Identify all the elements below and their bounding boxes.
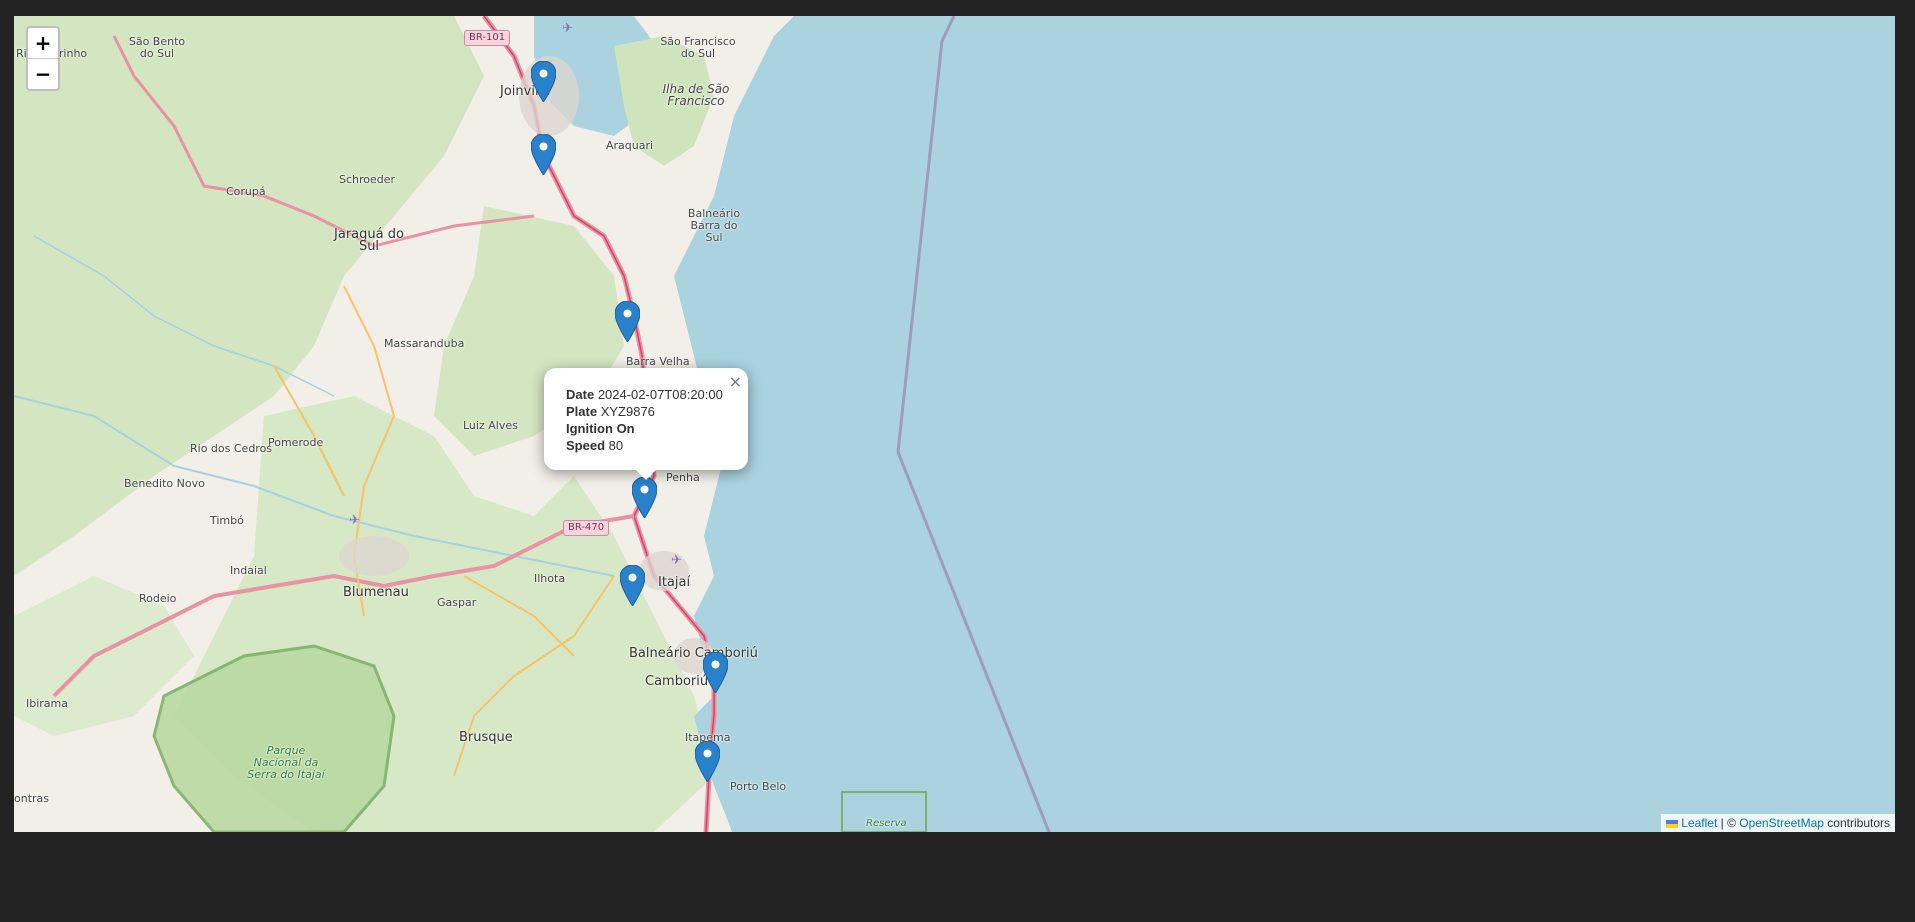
place-label: Pomerode bbox=[268, 436, 324, 449]
attribution-suffix: contributors bbox=[1823, 816, 1890, 830]
place-label: Ibirama bbox=[26, 697, 69, 710]
place-label: Corupá bbox=[226, 185, 266, 198]
place-label: Blumenau bbox=[343, 585, 409, 600]
place-label: Rodeio bbox=[139, 592, 177, 605]
leaflet-link[interactable]: Leaflet bbox=[1681, 816, 1717, 830]
place-label: Gaspar bbox=[437, 596, 477, 609]
zoom-out-button[interactable]: − bbox=[28, 58, 58, 89]
location-marker-icon[interactable] bbox=[632, 477, 657, 518]
attribution-separator: | © bbox=[1717, 816, 1740, 830]
place-label: Jaraguá do Sul bbox=[334, 227, 404, 254]
popup-date-label: Date bbox=[566, 387, 595, 402]
place-label: São Francisco do Sul bbox=[660, 35, 736, 60]
place-label: Balneário Barra do Sul bbox=[687, 207, 741, 244]
place-label: Barra Velha bbox=[626, 355, 690, 368]
popup-ignition-label: Ignition bbox=[566, 421, 613, 436]
place-label: Rio dos Cedros bbox=[190, 442, 273, 455]
location-marker-icon[interactable] bbox=[620, 565, 645, 606]
place-label: Indaial bbox=[230, 564, 267, 577]
place-label: Brusque bbox=[459, 730, 513, 745]
place-label: Schroeder bbox=[339, 173, 396, 186]
popup-speed-label: Speed bbox=[566, 438, 606, 453]
popup-content: Date 2024-02-07T08:20:00 Plate XYZ9876 I… bbox=[566, 386, 723, 454]
airport-icon: ✈ bbox=[562, 20, 573, 35]
map-container[interactable]: Rio Negrinho São Bento do Sul Joinville … bbox=[14, 16, 1895, 832]
place-label: Balneário Camboriú bbox=[629, 646, 758, 661]
place-label: Itajaí bbox=[658, 575, 691, 590]
openstreetmap-link[interactable]: OpenStreetMap bbox=[1739, 816, 1824, 830]
map-attribution: Leaflet | © OpenStreetMap contributors bbox=[1661, 814, 1895, 832]
popup-plate-label: Plate bbox=[566, 404, 598, 419]
popup-ignition-value: On bbox=[616, 421, 635, 436]
map-tiles bbox=[14, 16, 1895, 832]
road-shield: BR-470 bbox=[563, 520, 610, 536]
place-label: Timbó bbox=[210, 514, 244, 527]
marker-popup: × Date 2024-02-07T08:20:00 Plate XYZ9876… bbox=[544, 368, 748, 480]
ukraine-flag-icon bbox=[1666, 819, 1679, 828]
place-label: Parque Nacional da Serra do Itajaí bbox=[247, 744, 325, 781]
place-label: Massaranduba bbox=[384, 337, 465, 350]
place-label: Penha bbox=[666, 471, 700, 484]
location-marker-icon[interactable] bbox=[703, 652, 728, 693]
place-label: Benedito Novo bbox=[124, 477, 205, 490]
popup-date-value: 2024-02-07T08:20:00 bbox=[597, 387, 723, 402]
place-label: Reserva bbox=[866, 818, 907, 829]
place-label: São Bento do Sul bbox=[128, 35, 186, 60]
airport-icon: ✈ bbox=[349, 512, 360, 527]
place-label: Luiz Alves bbox=[463, 419, 518, 432]
road-shield: BR-101 bbox=[464, 30, 511, 46]
popup-tip bbox=[636, 470, 656, 480]
popup-plate-value: XYZ9876 bbox=[600, 404, 655, 419]
place-label: ontras bbox=[14, 792, 50, 805]
place-label: Porto Belo bbox=[730, 780, 787, 793]
location-marker-icon[interactable] bbox=[531, 61, 556, 102]
place-label: Ilha de São Francisco bbox=[662, 82, 730, 108]
place-label: Camboriú bbox=[645, 674, 709, 689]
place-label: Ilhota bbox=[534, 572, 566, 585]
airport-icon: ✈ bbox=[671, 552, 682, 567]
location-marker-icon[interactable] bbox=[695, 741, 720, 782]
zoom-control: + − bbox=[26, 26, 60, 91]
zoom-in-button[interactable]: + bbox=[28, 28, 58, 58]
popup-close-button[interactable]: × bbox=[729, 372, 742, 391]
place-label: Araquari bbox=[606, 139, 654, 152]
location-marker-icon[interactable] bbox=[615, 301, 640, 342]
popup-speed-value: 80 bbox=[608, 438, 624, 453]
location-marker-icon[interactable] bbox=[531, 134, 556, 175]
